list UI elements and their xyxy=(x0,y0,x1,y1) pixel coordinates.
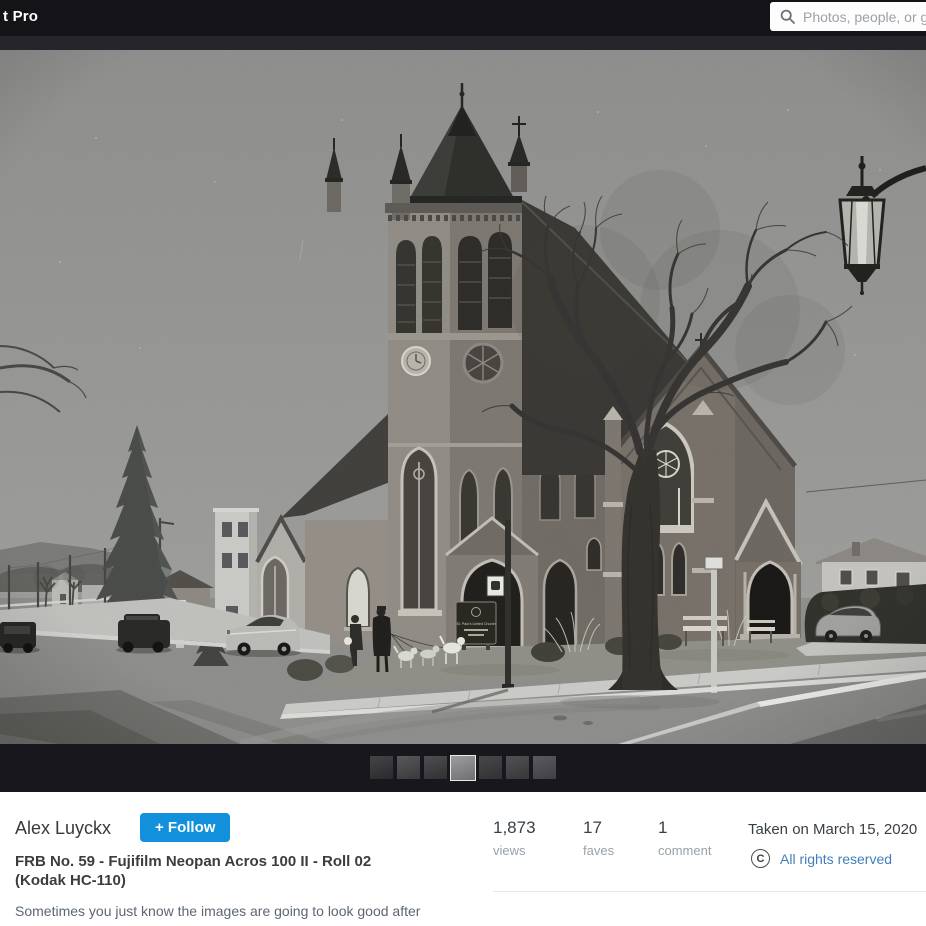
top-navigation-bar: t Pro xyxy=(0,0,926,36)
info-divider xyxy=(493,891,926,892)
views-label: views xyxy=(493,843,583,858)
photo-info-panel: Alex Luyckx + Follow FRB No. 59 - Fujifi… xyxy=(0,792,926,926)
photo-title: FRB No. 59 - Fujifilm Neopan Acros 100 I… xyxy=(15,852,413,890)
filmstrip-thumbnail[interactable] xyxy=(370,756,393,779)
filmstrip-thumbnail[interactable] xyxy=(451,756,475,780)
photo-description: Sometimes you just know the images are g… xyxy=(15,901,467,926)
stat-faves: 17 faves xyxy=(583,818,658,858)
search-box[interactable] xyxy=(770,2,926,31)
follow-button-label: + Follow xyxy=(155,819,215,836)
views-count: 1,873 xyxy=(493,818,583,838)
faves-count: 17 xyxy=(583,818,658,838)
main-photo[interactable]: St. Paul's United Church xyxy=(0,50,926,744)
filmstrip-thumbnails xyxy=(368,756,558,780)
copyright-icon: C xyxy=(751,849,770,868)
photo-stats: 1,873 views 17 faves 1 comment xyxy=(493,818,711,858)
get-pro-link[interactable]: t Pro xyxy=(3,8,38,25)
search-input[interactable] xyxy=(803,9,926,25)
photo-image[interactable]: St. Paul's United Church xyxy=(0,50,926,744)
faves-label: faves xyxy=(583,843,658,858)
stat-views: 1,873 views xyxy=(493,818,583,858)
follow-button[interactable]: + Follow xyxy=(140,813,230,842)
owner-name-link[interactable]: Alex Luyckx xyxy=(15,818,111,839)
comments-label: comment xyxy=(658,843,711,858)
license-link[interactable]: C All rights reserved xyxy=(751,849,892,868)
filmstrip-thumbnail[interactable] xyxy=(424,756,447,779)
photo-stage-top-strip xyxy=(0,36,926,50)
filmstrip-thumbnail[interactable] xyxy=(506,756,529,779)
search-icon xyxy=(780,9,795,24)
license-text: All rights reserved xyxy=(780,851,892,867)
filmstrip-thumbnail[interactable] xyxy=(533,756,556,779)
taken-date: Taken on March 15, 2020 xyxy=(748,821,917,838)
stat-comments: 1 comment xyxy=(658,818,711,858)
filmstrip xyxy=(0,744,926,792)
filmstrip-thumbnail[interactable] xyxy=(397,756,420,779)
comments-count: 1 xyxy=(658,818,711,838)
filmstrip-thumbnail[interactable] xyxy=(479,756,502,779)
